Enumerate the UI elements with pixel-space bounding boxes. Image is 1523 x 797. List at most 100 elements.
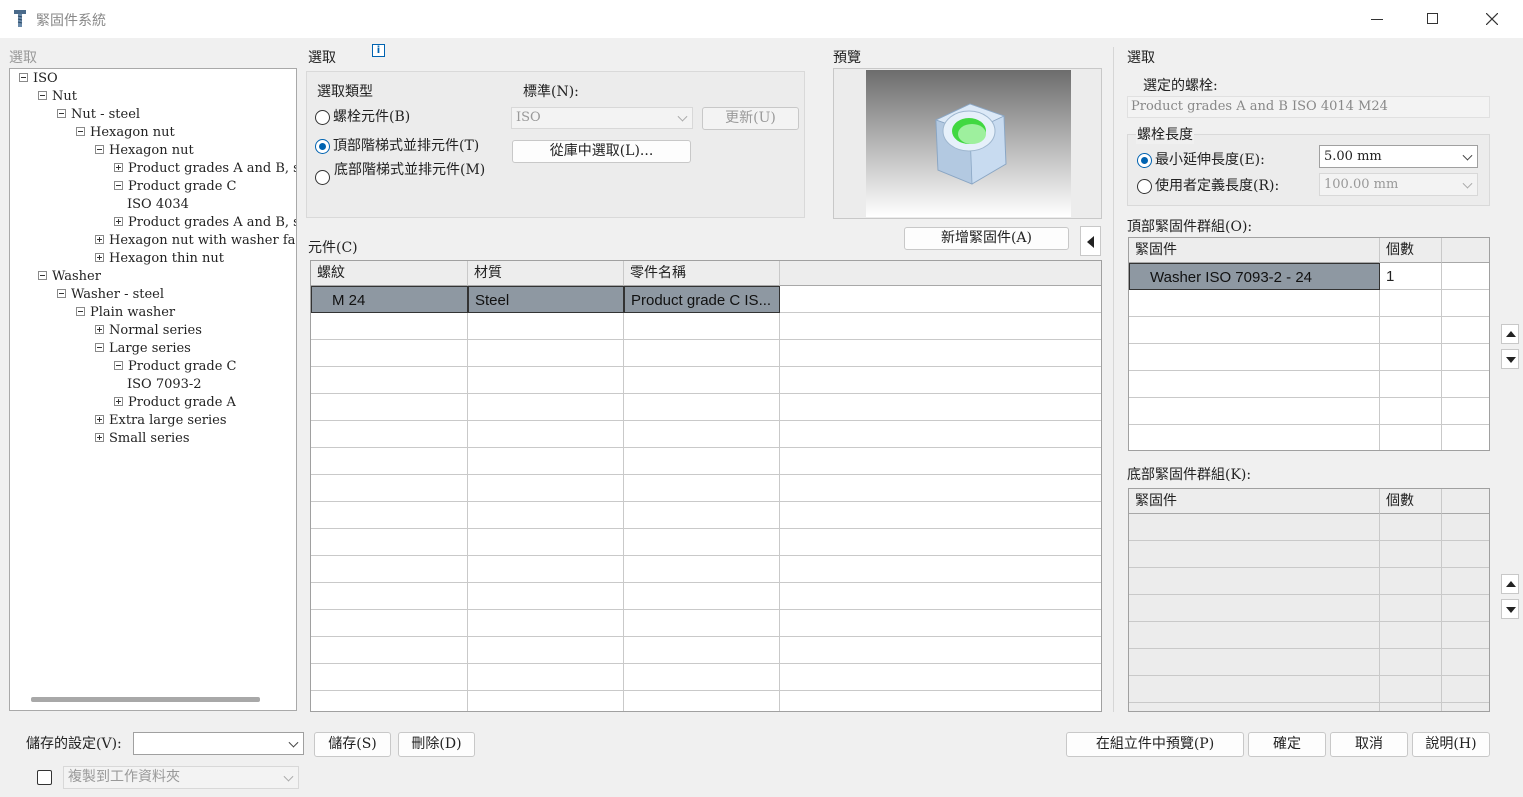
empty-cell[interactable] [311,313,468,340]
save-button[interactable]: 儲存(S) [314,732,391,757]
group-cell[interactable] [1442,263,1489,290]
radio-user-length[interactable]: 使用者定義長度(R): [1137,175,1279,195]
group-cell[interactable] [1380,676,1442,703]
empty-cell[interactable] [780,421,1101,448]
ok-button[interactable]: 確定 [1248,732,1326,757]
radio-top-indicator[interactable] [315,138,330,154]
column-header[interactable]: 螺紋 [311,261,468,286]
expand-icon[interactable] [95,415,104,424]
empty-cell[interactable] [311,421,468,448]
group-cell[interactable] [1129,703,1380,711]
empty-cell[interactable] [624,448,780,475]
close-button[interactable] [1472,6,1512,32]
collapse-icon[interactable] [114,181,123,190]
group-cell[interactable] [1129,514,1380,541]
empty-cell[interactable] [468,313,624,340]
tree-node[interactable]: Hexagon nut [95,142,194,160]
group-cell[interactable] [1380,541,1442,568]
group-cell[interactable] [1442,595,1489,622]
group-cell[interactable] [1380,595,1442,622]
empty-cell[interactable] [780,475,1101,502]
column-header[interactable]: 個數 [1380,489,1442,514]
collapse-icon[interactable] [95,145,104,154]
empty-cell[interactable] [780,340,1101,367]
empty-cell[interactable] [311,637,468,664]
radio-min-length-indicator[interactable] [1137,152,1152,168]
empty-cell[interactable] [468,340,624,367]
empty-cell[interactable] [624,529,780,556]
help-button[interactable]: 說明(H) [1412,732,1490,757]
group-cell[interactable] [1442,398,1489,425]
empty-cell[interactable] [468,529,624,556]
empty-cell[interactable] [311,502,468,529]
empty-cell[interactable] [624,556,780,583]
empty-cell[interactable] [780,664,1101,691]
group-cell[interactable] [1442,541,1489,568]
empty-cell[interactable] [780,691,1101,711]
radio-bottom-indicator[interactable] [315,170,330,185]
empty-cell[interactable] [624,421,780,448]
empty-cell[interactable] [311,340,468,367]
tree-node[interactable]: Product grades A and B, style 1 [114,160,296,178]
expand-icon[interactable] [114,217,123,226]
radio-top-stack[interactable]: 頂部階梯式並排元件(T) [315,135,479,155]
copy-to-folder-checkbox[interactable] [37,770,52,785]
empty-cell[interactable] [468,583,624,610]
empty-cell[interactable] [468,421,624,448]
tree-node[interactable]: Plain washer [76,304,175,322]
empty-cell[interactable] [624,394,780,421]
group-cell[interactable] [1442,676,1489,703]
tree-node[interactable]: Large series [95,340,191,358]
copy-to-folder-select[interactable]: 複製到工作資料夾 [63,766,299,789]
empty-cell[interactable] [780,610,1101,637]
standard-select[interactable]: ISO [511,107,693,129]
group-cell[interactable] [1380,317,1442,344]
group-cell[interactable] [1129,317,1380,344]
empty-cell[interactable] [624,475,780,502]
tree-node[interactable]: ISO 7093-2 [127,376,202,394]
empty-cell[interactable] [468,448,624,475]
cancel-button[interactable]: 取消 [1330,732,1408,757]
group-cell[interactable] [1380,425,1442,450]
column-header[interactable]: 緊固件 [1129,489,1380,514]
move-down-top-button[interactable] [1501,349,1519,369]
tree-node[interactable]: Hexagon nut with washer face [95,232,296,250]
select-from-library-button[interactable]: 從庫中選取(L)... [512,140,691,163]
group-cell[interactable] [1129,649,1380,676]
empty-cell[interactable] [624,502,780,529]
collapse-icon[interactable] [76,307,85,316]
tree-node[interactable]: Product grade C [114,358,237,376]
empty-cell[interactable] [780,313,1101,340]
group-cell[interactable] [1442,290,1489,317]
maximize-button[interactable] [1413,6,1453,32]
min-length-select[interactable]: 5.00 mm [1319,145,1478,168]
collapse-icon[interactable] [38,91,47,100]
empty-cell[interactable] [624,367,780,394]
group-cell[interactable] [1129,622,1380,649]
collapse-icon[interactable] [57,109,66,118]
move-down-bottom-button[interactable] [1501,599,1519,619]
tree-horizontal-scrollbar[interactable] [31,697,260,702]
delete-button[interactable]: 刪除(D) [398,732,475,757]
user-length-select[interactable]: 100.00 mm [1319,173,1478,196]
column-header[interactable]: 材質 [468,261,624,286]
tree-node[interactable]: Extra large series [95,412,227,430]
group-cell[interactable] [1442,371,1489,398]
component-row-cell[interactable]: Product grade C IS... [624,286,780,313]
column-header[interactable] [1442,238,1489,263]
fastener-count-cell[interactable]: 1 [1380,263,1442,290]
radio-bolt-component[interactable]: 螺栓元件(B) [315,106,410,126]
group-cell[interactable] [1129,595,1380,622]
move-up-bottom-button[interactable] [1501,574,1519,594]
group-cell[interactable] [1380,398,1442,425]
expand-icon[interactable] [95,235,104,244]
group-cell[interactable] [1129,425,1380,450]
tree-node[interactable]: Nut - steel [57,106,140,124]
radio-min-length[interactable]: 最小延伸長度(E): [1137,149,1265,169]
empty-cell[interactable] [624,610,780,637]
empty-cell[interactable] [780,637,1101,664]
column-header[interactable] [780,261,1101,286]
empty-cell[interactable] [780,583,1101,610]
empty-cell[interactable] [468,637,624,664]
column-header[interactable]: 個數 [1380,238,1442,263]
